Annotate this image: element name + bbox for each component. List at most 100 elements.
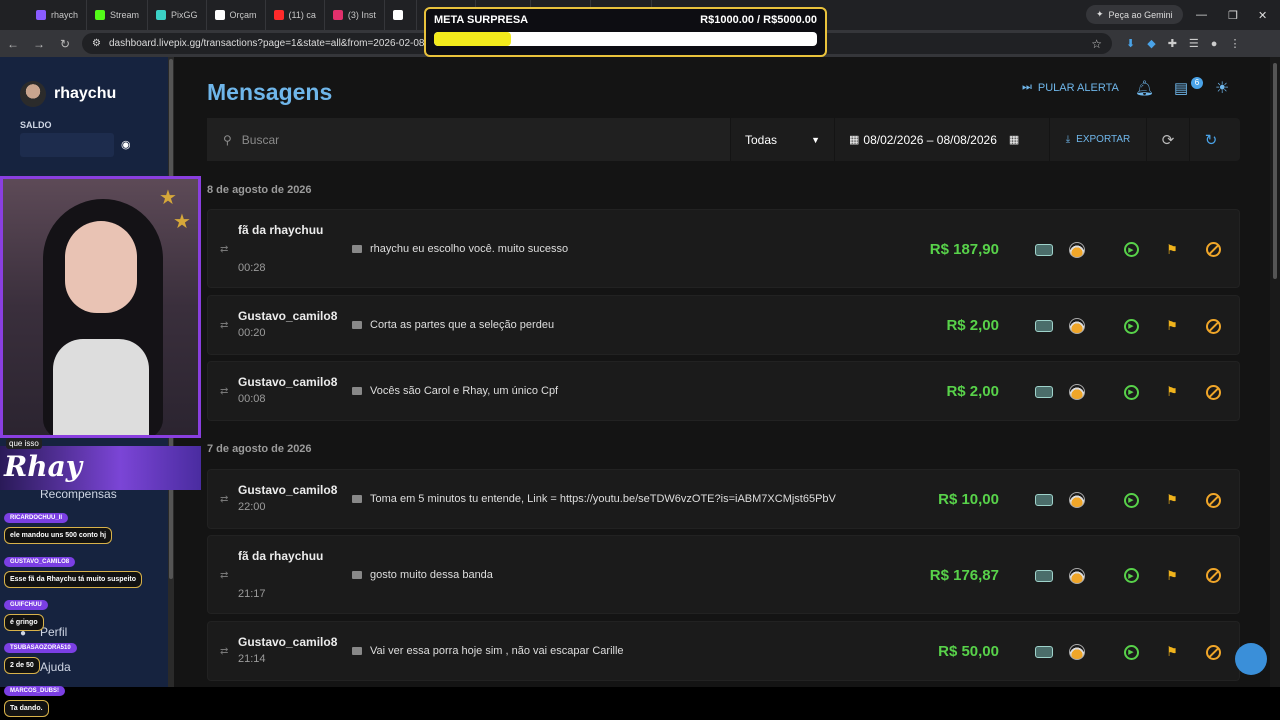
browser-tab[interactable]: (3) Inst [325,0,385,30]
speaker-button[interactable] [1068,383,1086,401]
flag-button[interactable]: ⚑ [1163,643,1181,661]
export-button[interactable]: ⤓ EXPORTAR [1049,118,1146,161]
playlist-icon[interactable]: ☰ [1189,37,1199,50]
block-button[interactable] [1204,317,1222,335]
tab-label: rhaych [51,10,79,20]
message-time: 21:14 [238,653,266,665]
tts-icon [1035,646,1053,658]
message-card: ⇄ Gustavo_camilo8 00:20 Corta as partes que… [207,295,1240,355]
page-scrollbar[interactable] [1270,57,1280,687]
tts-button[interactable] [1035,383,1053,401]
chat-message: MARCOS_DUBS! Ta dando. [4,679,66,717]
skip-alert-button[interactable]: ⏭ PULAR ALERTA [1022,81,1119,94]
goal-amount: R$1000.00 / R$5000.00 [700,14,817,26]
cart-badge: 6 [1191,77,1203,89]
maximize-icon[interactable]: ❐ [1228,0,1238,30]
browser-tab[interactable]: rhaych [28,0,88,30]
block-button[interactable] [1204,383,1222,401]
menu-dots-icon[interactable]: ⋮ [1229,37,1240,50]
goal-progress-fill [434,32,511,46]
chat-message: TSUBASAOZORA510 2 de 50 [4,636,77,674]
sync-button[interactable]: ⟳ [1146,118,1189,161]
chat-username: RICARDOCHUU_II [4,513,69,523]
bookmark-star-icon[interactable]: ☆ [1091,37,1112,51]
donor-name: Gustavo_camilo8 [238,375,338,389]
browser-tab[interactable]: Orçam [207,0,266,30]
theme-sun-icon[interactable]: ☀ [1215,78,1229,98]
replay-button[interactable]: ▶ [1122,643,1140,661]
eye-icon[interactable]: ◉ [121,138,131,151]
puzzle-icon[interactable]: ✚ [1168,37,1177,50]
close-window-icon[interactable]: ✕ [1258,0,1267,30]
message-card: ⇄ fã da rhaychuu 00:28 rhaychu eu escolho v… [207,209,1240,288]
speaker-button[interactable] [1068,643,1086,661]
tab-favicon-icon [332,10,343,20]
browser-tab[interactable]: PixGG [148,0,207,30]
date-range-picker[interactable]: ▦ 08/02/2026 – 08/08/2026 ▦ [834,118,1049,161]
tts-button[interactable] [1035,567,1053,585]
flag-button[interactable]: ⚑ [1163,317,1181,335]
saldo-label: SALDO [20,120,52,130]
reload-icon[interactable]: ↻ [52,37,78,51]
speaker-button[interactable] [1068,241,1086,259]
cart-icon[interactable]: ▤ [1174,79,1188,97]
back-icon[interactable]: ← [0,37,26,51]
calendar-icon: ▦ [849,134,860,146]
saldo-value-hidden [20,133,114,157]
replay-button[interactable]: ▶ [1122,241,1140,259]
swap-icon: ⇄ [220,243,229,255]
chevron-down-icon: ▼ [811,134,820,145]
refresh-button[interactable]: ↻ [1189,118,1232,161]
message-text: Toma em 5 minutos tu entende, Link = htt… [370,493,836,505]
replay-button[interactable]: ▶ [1122,491,1140,509]
chat-username: MARCOS_DUBS! [4,686,66,696]
block-button[interactable] [1204,567,1222,585]
gemini-label: Peça ao Gemini [1108,9,1173,20]
block-button[interactable] [1204,241,1222,259]
browser-tab[interactable]: (11) ca [266,0,325,30]
star-icon: ★ [159,187,177,209]
block-button[interactable] [1204,643,1222,661]
export-label: EXPORTAR [1076,134,1131,145]
flag-button[interactable]: ⚑ [1163,567,1181,585]
donation-amount: R$ 10,00 [938,491,999,508]
flag-button[interactable]: ⚑ [1163,491,1181,509]
replay-button[interactable]: ▶ [1122,317,1140,335]
flag-button[interactable]: ⚑ [1163,383,1181,401]
tts-button[interactable] [1035,491,1053,509]
browser-tab[interactable] [385,0,417,30]
download-icon[interactable]: ⬇ [1126,37,1135,50]
replay-icon: ▶ [1123,384,1139,400]
state-select[interactable]: Todas ▼ [730,118,834,161]
bell-icon[interactable]: 🔔︎ [1135,79,1154,97]
day-header: 8 de agosto de 2026 [207,184,312,196]
replay-button[interactable]: ▶ [1122,567,1140,585]
chat-text: 2 de 50 [4,657,40,674]
flag-button[interactable]: ⚑ [1163,241,1181,259]
speaker-button[interactable] [1068,567,1086,585]
block-button[interactable] [1204,491,1222,509]
profile-avatar[interactable]: ● [1211,38,1218,50]
speaker-button[interactable] [1068,491,1086,509]
tab-label: (3) Inst [347,10,376,20]
message-text: gosto muito dessa banda [370,568,493,581]
search-input[interactable]: ⚲ Buscar [207,118,730,161]
gemini-button[interactable]: ✦ Peça ao Gemini [1086,5,1183,24]
tts-button[interactable] [1035,317,1053,335]
tab-favicon-icon [156,10,167,20]
tts-button[interactable] [1035,643,1053,661]
replay-button[interactable]: ▶ [1122,383,1140,401]
extension-icon[interactable]: ◆ [1147,37,1155,50]
message-text: Corta as partes que a seleção perdeu [370,319,555,331]
user-profile[interactable]: rhaychu [20,81,116,107]
tts-button[interactable] [1035,241,1053,259]
replay-icon: ▶ [1123,318,1139,334]
speaker-button[interactable] [1068,317,1086,335]
site-info-icon[interactable]: ⚙ [92,38,101,49]
flag-icon: ⚑ [1166,567,1178,583]
forward-icon[interactable]: → [26,37,52,51]
support-chat-button[interactable] [1235,643,1267,675]
browser-tab[interactable]: Stream [87,0,149,30]
donation-amount: R$ 50,00 [938,643,999,660]
minimize-icon[interactable]: — [1196,0,1207,30]
